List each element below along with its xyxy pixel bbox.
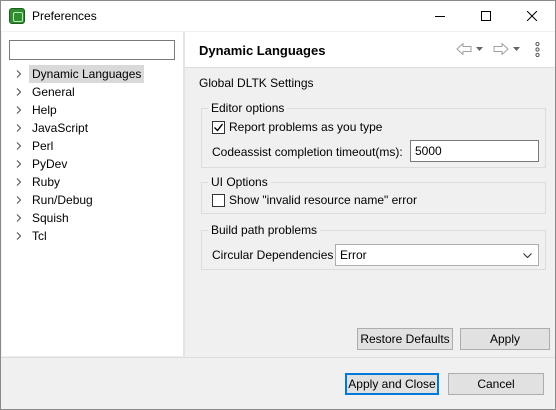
minimize-button[interactable]	[417, 1, 463, 31]
tree-item-label: Tcl	[32, 229, 47, 243]
page-header: Dynamic Languages	[185, 32, 555, 68]
forward-arrow-icon[interactable]	[493, 43, 509, 55]
preference-tree: Dynamic Languages General Help JavaScrip…	[2, 65, 183, 245]
chevron-right-icon[interactable]	[16, 70, 22, 78]
report-problems-checkbox[interactable]	[212, 121, 225, 134]
maximize-button[interactable]	[463, 1, 509, 31]
circular-deps-value: Error	[340, 248, 367, 262]
group-title: Build path problems	[208, 223, 321, 237]
section-label: Global DLTK Settings	[199, 76, 314, 90]
tree-item-ruby[interactable]: Ruby	[2, 173, 183, 191]
tree-item-pydev[interactable]: PyDev	[2, 155, 183, 173]
tree-item-help[interactable]: Help	[2, 101, 183, 119]
chevron-right-icon[interactable]	[16, 88, 22, 96]
chevron-right-icon[interactable]	[16, 214, 22, 222]
timeout-input[interactable]	[410, 140, 539, 162]
forward-dropdown-icon[interactable]	[513, 47, 520, 51]
build-path-group: Build path problems Circular Dependencie…	[201, 223, 546, 270]
title-bar: Preferences	[1, 1, 555, 31]
restore-defaults-button[interactable]: Restore Defaults	[357, 328, 453, 350]
chevron-right-icon[interactable]	[16, 124, 22, 132]
close-icon	[527, 11, 537, 21]
circular-deps-select[interactable]: Error	[335, 244, 539, 266]
tree-item-javascript[interactable]: JavaScript	[2, 119, 183, 137]
circular-deps-label: Circular Dependencies	[212, 248, 334, 262]
group-title: UI Options	[208, 175, 271, 189]
close-button[interactable]	[509, 1, 555, 31]
invalid-name-checkbox[interactable]	[212, 194, 225, 207]
app-icon	[9, 8, 25, 24]
cancel-button[interactable]: Cancel	[448, 373, 544, 395]
apply-and-close-button[interactable]: Apply and Close	[345, 373, 439, 395]
chevron-right-icon[interactable]	[16, 232, 22, 240]
chevron-right-icon[interactable]	[16, 196, 22, 204]
window-title: Preferences	[32, 9, 97, 23]
group-title: Editor options	[208, 101, 288, 115]
tree-item-dynamic-languages[interactable]: Dynamic Languages	[2, 65, 183, 83]
minimize-icon	[435, 16, 445, 17]
view-menu-icon[interactable]	[535, 42, 540, 57]
preference-tree-panel: Dynamic Languages General Help JavaScrip…	[2, 32, 183, 356]
filter-input[interactable]	[9, 40, 175, 60]
chevron-down-icon	[523, 253, 532, 258]
preference-page: Dynamic Languages Global DLTK Settings E…	[185, 32, 555, 356]
preferences-window: Preferences Dynamic Languages General He…	[0, 0, 556, 410]
editor-options-group: Editor options Report problems as you ty…	[201, 101, 546, 168]
tree-item-perl[interactable]: Perl	[2, 137, 183, 155]
back-dropdown-icon[interactable]	[476, 47, 483, 51]
tree-item-label: JavaScript	[32, 121, 89, 135]
report-problems-label: Report problems as you type	[229, 120, 383, 134]
footer-divider	[1, 357, 555, 358]
tree-item-label: PyDev	[32, 157, 68, 171]
tree-item-label: Help	[32, 103, 57, 117]
tree-item-tcl[interactable]: Tcl	[2, 227, 183, 245]
maximize-icon	[481, 11, 491, 21]
chevron-right-icon[interactable]	[16, 106, 22, 114]
tree-item-label: Dynamic Languages	[29, 65, 145, 83]
tree-item-label: Perl	[32, 139, 54, 153]
page-title: Dynamic Languages	[199, 43, 326, 58]
chevron-right-icon[interactable]	[16, 142, 22, 150]
tree-item-label: General	[32, 85, 75, 99]
tree-item-run-debug[interactable]: Run/Debug	[2, 191, 183, 209]
back-arrow-icon[interactable]	[456, 43, 472, 55]
tree-item-label: Ruby	[32, 175, 61, 189]
invalid-name-label: Show "invalid resource name" error	[229, 193, 417, 207]
apply-button[interactable]: Apply	[460, 328, 550, 350]
tree-item-general[interactable]: General	[2, 83, 183, 101]
tree-item-label: Run/Debug	[32, 193, 93, 207]
timeout-label: Codeassist completion timeout(ms):	[212, 145, 403, 159]
ui-options-group: UI Options Show "invalid resource name" …	[201, 175, 546, 214]
tree-item-squish[interactable]: Squish	[2, 209, 183, 227]
tree-item-label: Squish	[32, 211, 69, 225]
chevron-right-icon[interactable]	[16, 178, 22, 186]
check-icon	[214, 123, 223, 132]
chevron-right-icon[interactable]	[16, 160, 22, 168]
